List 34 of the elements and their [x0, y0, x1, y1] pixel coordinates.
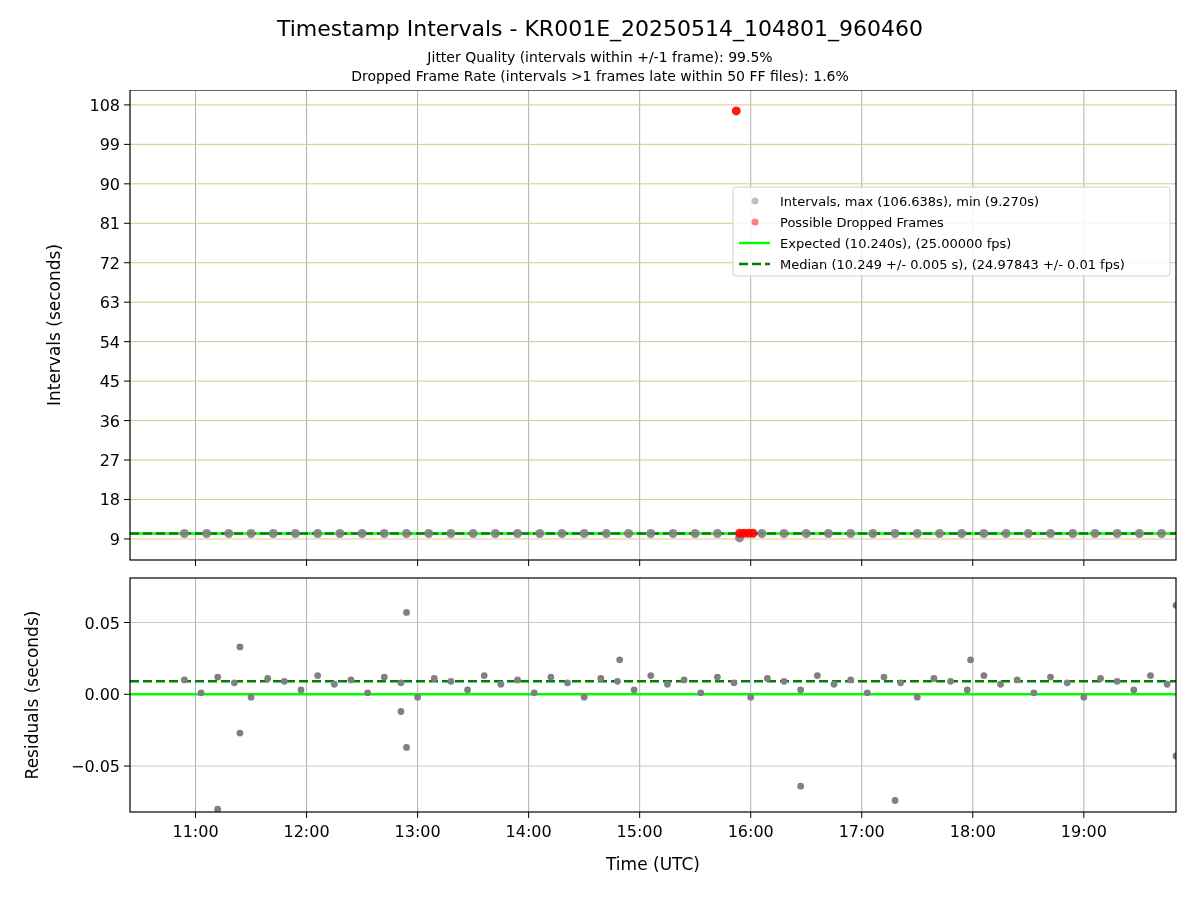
axis-tick-label: 12:00 — [283, 822, 330, 841]
axis-tick-label: −0.05 — [70, 757, 120, 777]
axis-label: Time (UTC) — [606, 854, 700, 874]
axis-tick-label: 17:00 — [838, 822, 885, 841]
legend-label: Expected (10.240s), (25.00000 fps) — [780, 235, 1012, 251]
axis-tick-label: 45 — [99, 372, 120, 392]
axis-tick-label: 27 — [99, 451, 120, 471]
axis-tick-label: 18 — [99, 490, 120, 510]
axis-tick-label: 63 — [99, 293, 120, 313]
axis-label: Intervals (seconds) — [44, 243, 64, 407]
axis-tick-label: 15:00 — [616, 822, 663, 841]
axis-tick-label: 11:00 — [172, 822, 219, 841]
axis-tick-label: 54 — [99, 332, 120, 352]
axis-tick-label: 108 — [89, 95, 120, 115]
axis-tick-label: 36 — [99, 411, 120, 431]
figure-title: Timestamp Intervals - KR001E_20250514_104801_960460 — [277, 15, 923, 43]
axis-label: Residuals (seconds) — [22, 610, 42, 780]
legend-label: Possible Dropped Frames — [780, 214, 944, 230]
axis-tick-label: 0.00 — [84, 685, 120, 705]
axis-tick-label: 19:00 — [1060, 822, 1107, 841]
axis-tick-label: 99 — [99, 135, 120, 155]
axis-tick-label: 0.05 — [84, 613, 120, 633]
axis-tick-label: 81 — [99, 214, 120, 234]
axis-tick-label: 72 — [99, 253, 120, 273]
figure-subtitle: Dropped Frame Rate (intervals >1 frames late within 50 FF files): 1.6% — [351, 67, 849, 86]
axis-tick-label: 13:00 — [394, 822, 441, 841]
axis-tick-label: 9 — [109, 529, 120, 549]
axis-tick-label: 14:00 — [505, 822, 552, 841]
legend-label: Intervals, max (106.638s), min (9.270s) — [780, 193, 1039, 209]
figure-subtitle: Jitter Quality (intervals within +/-1 frame): 99.5% — [427, 48, 773, 67]
axis-tick-label: 90 — [99, 174, 120, 194]
axis-tick-label: 16:00 — [727, 822, 774, 841]
legend-label: Median (10.249 +/- 0.005 s), (24.97843 +/- 0.01 fps) — [780, 256, 1125, 272]
axis-tick-label: 18:00 — [949, 822, 996, 841]
